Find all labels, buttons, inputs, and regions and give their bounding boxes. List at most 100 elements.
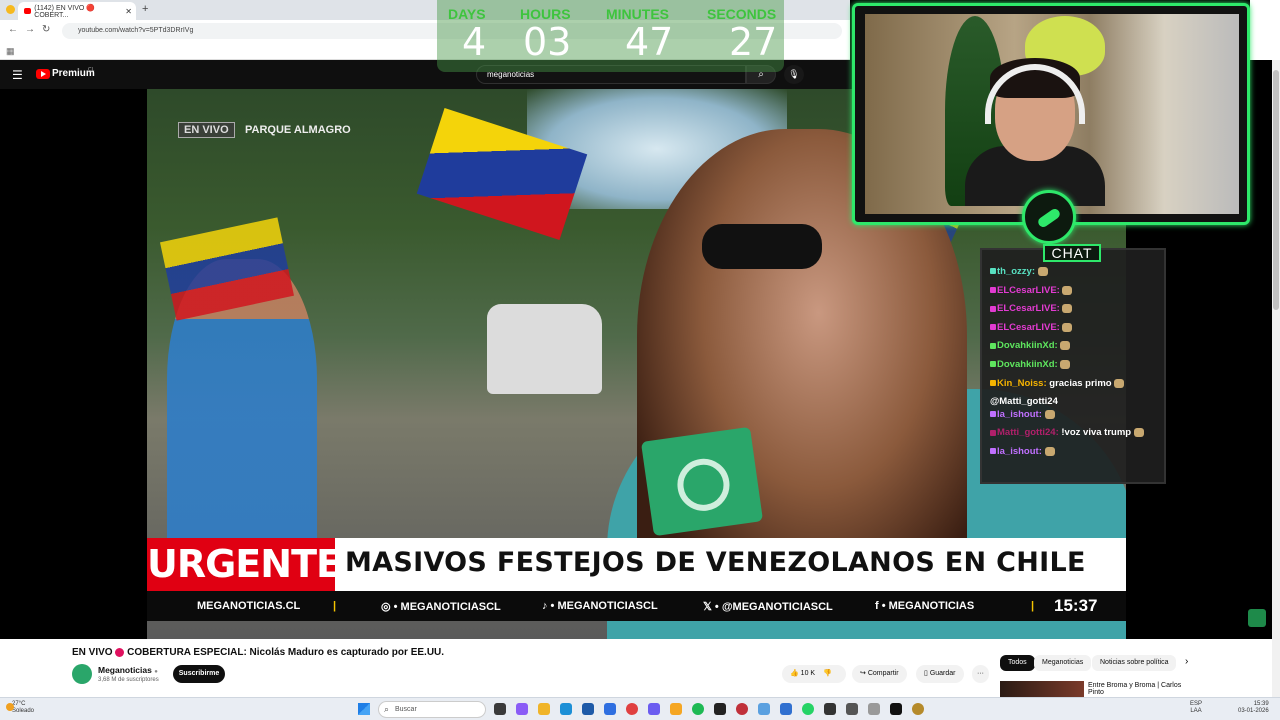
profile-icon[interactable] [6, 5, 15, 14]
clock-date: 03-01-2026 [1238, 708, 1269, 714]
reload-icon[interactable]: ↻ [42, 24, 50, 35]
countdown-overlay: DAYS HOURS MINUTES SECONDS 4 03 47 27 [437, 0, 784, 72]
forward-icon[interactable]: → [25, 24, 35, 35]
chat-message: Kin_Noiss: gracias primo [990, 378, 1165, 390]
chat-username[interactable]: ELCesarLIVE: [997, 322, 1060, 333]
chat-message: ELCesarLIVE: [990, 285, 1165, 297]
menu-icon[interactable]: ☰ [12, 68, 23, 82]
share-button[interactable]: ↪ Compartir [852, 665, 907, 683]
chip-next-icon[interactable]: › [1185, 656, 1188, 667]
ticker-separator: | [333, 600, 337, 612]
app-icon[interactable] [780, 703, 792, 715]
taskbar-search[interactable]: Buscar [378, 701, 486, 718]
sun-icon [6, 703, 14, 711]
store-icon[interactable] [582, 703, 594, 715]
chat-username[interactable]: DovahkiinXd: [997, 359, 1058, 370]
urgent-label: URGENTE [147, 538, 342, 591]
ticker-tiktok: ♪ • MEGANOTICIASCL [542, 600, 658, 612]
browser-tab[interactable]: (1142) EN VIVO 🔴 COBERT... ✕ [18, 2, 136, 20]
recommended-title[interactable]: Entre Broma y Broma | Carlos Pinto [1088, 682, 1188, 696]
thumbs-up-icon[interactable]: 👍 [790, 670, 799, 677]
youtube-logo-icon[interactable] [36, 69, 50, 79]
thumbs-down-icon[interactable]: 👎 [823, 670, 832, 677]
chat-message: th_ozzy: [990, 266, 1165, 278]
subscribe-button[interactable]: Suscribirme [173, 665, 225, 683]
minutes-value: 47 [625, 20, 674, 64]
app-icon[interactable] [758, 703, 770, 715]
chip-meganoticias[interactable]: Meganoticias [1034, 655, 1092, 671]
more-button[interactable]: ··· [972, 665, 989, 683]
seconds-value: 27 [729, 20, 778, 64]
app-icon[interactable] [868, 703, 880, 715]
app-icon[interactable] [670, 703, 682, 715]
chat-message: DovahkiinXd: [990, 340, 1165, 352]
voice-search-button[interactable]: 🎙 [784, 65, 804, 84]
chip-politica[interactable]: Noticias sobre política [1092, 655, 1177, 671]
chat-username[interactable]: la_ishout: [997, 446, 1042, 457]
chat-badge-icon [990, 287, 996, 294]
windows-start-icon[interactable] [358, 703, 370, 715]
taskbar-clock[interactable]: 15:39 03-01-2026 [1238, 701, 1269, 715]
page-scrollbar[interactable] [1272, 60, 1280, 697]
folder-icon[interactable] [538, 703, 550, 715]
whatsapp-icon[interactable] [802, 703, 814, 715]
app-icon[interactable] [846, 703, 858, 715]
chat-message: ELCesarLIVE: [990, 303, 1165, 315]
chat-badge-icon [990, 429, 996, 436]
language-code: ESP [1190, 701, 1203, 707]
chat-text: !voz viva trump [1061, 427, 1132, 439]
app-icon[interactable] [736, 703, 748, 715]
chrome-icon[interactable] [626, 703, 638, 715]
verified-icon: ● [154, 669, 158, 675]
discord-icon[interactable] [648, 703, 660, 715]
spotify-icon[interactable] [692, 703, 704, 715]
news-headline: MASIVOS FESTEJOS DE VENEZOLANOS EN CHILE [345, 547, 1086, 578]
chat-username[interactable]: Matti_gotti24: [997, 427, 1059, 438]
meganoticias-extension-icon[interactable] [1248, 609, 1266, 627]
video-sunglasses [702, 224, 822, 269]
chat-message: DovahkiinXd: [990, 359, 1165, 371]
emote-icon [1060, 359, 1071, 369]
screen: (1142) EN VIVO 🔴 COBERT... ✕ + ← → ↻ you… [0, 0, 1280, 720]
edge-icon[interactable] [560, 703, 572, 715]
chat-username[interactable]: ELCesarLIVE: [997, 285, 1060, 296]
chat-panel: th_ozzy: ELCesarLIVE: ELCesarLIVE: ELCes… [980, 248, 1166, 484]
taskbar: 27°C Soleado Buscar ESP LAA 15:39 03-01-… [0, 697, 1280, 720]
chat-message: la_ishout: [990, 409, 1165, 421]
chat-username[interactable]: la_ishout: [997, 409, 1042, 420]
chat-username[interactable]: th_ozzy: [997, 266, 1035, 277]
close-tab-icon[interactable]: ✕ [125, 7, 132, 16]
emote-icon [1044, 409, 1055, 419]
microphone-icon: 🎙 [788, 69, 800, 79]
app-icon[interactable] [714, 703, 726, 715]
channel-avatar[interactable] [72, 664, 92, 684]
subscriber-count: 3,68 M de suscriptores [98, 677, 159, 683]
scrollbar-thumb[interactable] [1273, 70, 1279, 310]
chat-username[interactable]: ELCesarLIVE: [997, 303, 1060, 314]
chip-todos[interactable]: Todos [1000, 655, 1035, 671]
app-icon[interactable] [912, 703, 924, 715]
channel-name[interactable]: Meganoticias ● [98, 665, 158, 675]
temperature: 27°C [12, 701, 26, 707]
save-button[interactable]: ▯ Guardar [916, 665, 964, 683]
youtube-favicon-icon [24, 8, 32, 14]
apps-grid-icon[interactable]: ▦ [6, 46, 15, 57]
chat-message: ELCesarLIVE: [990, 322, 1165, 334]
video-title-prefix: EN VIVO [72, 647, 113, 658]
app-icon[interactable] [890, 703, 902, 715]
app-icon[interactable] [604, 703, 616, 715]
chat-badge-icon [990, 361, 996, 368]
back-icon[interactable]: ← [8, 24, 18, 35]
terminal-icon[interactable] [824, 703, 836, 715]
app-icon[interactable] [516, 703, 528, 715]
channel-name-text[interactable]: Meganoticias [98, 665, 152, 675]
chat-username[interactable]: DovahkiinXd: [997, 340, 1058, 351]
ticker-time: 15:37 [1054, 596, 1098, 615]
new-tab-button[interactable]: + [142, 3, 148, 15]
task-view-icon[interactable] [494, 703, 506, 715]
like-count[interactable]: 10 K [801, 670, 815, 677]
language-indicator[interactable]: ESP LAA [1190, 701, 1202, 715]
weather-widget[interactable]: 27°C Soleado [6, 701, 34, 715]
chat-username[interactable]: Kin_Noiss: [997, 378, 1047, 389]
live-dot-icon [115, 647, 125, 657]
